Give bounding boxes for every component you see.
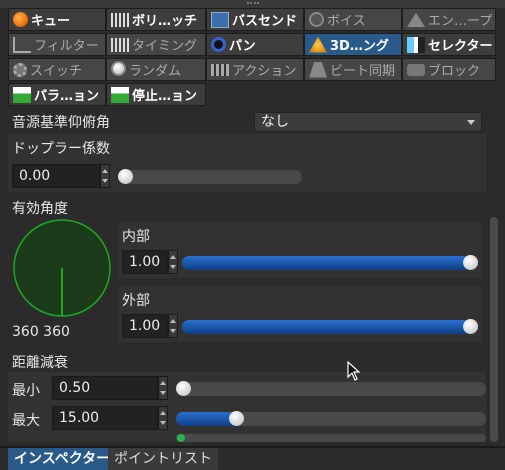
distance-max-stepper[interactable] [158,406,168,430]
tab-pan[interactable]: パン [206,33,304,56]
window-title-strip [0,0,505,8]
inner-angle-input[interactable]: 1.00 [122,250,168,274]
range-indicator-dot [177,434,185,442]
distance-attenuation-label: 距離減衰 [12,355,68,371]
vertical-scrollbar[interactable] [489,112,498,442]
angle-circle-caption: 360 360 [12,324,70,340]
outer-angle-slider-fill [182,320,478,334]
inner-angle-label: 内部 [122,229,150,245]
distance-min-stepper[interactable] [158,376,168,400]
tab-selector[interactable]: セレクター [402,33,496,56]
equalizer-icon [111,12,129,27]
distance-min-label: 最小 [12,383,40,399]
distance-min-slider-handle[interactable] [176,381,191,396]
doppler-stepper[interactable] [100,164,110,188]
distance-min-input[interactable]: 0.50 [52,376,158,400]
3d-positioning-icon [309,36,327,53]
tab-parameter[interactable]: パラ…ョン [8,83,106,106]
tab-cue[interactable]: キュー [8,8,106,31]
inner-angle-slider-fill [182,256,478,270]
tab-block[interactable]: ブロック [402,58,496,81]
bus-send-icon [211,11,229,28]
tab-filter[interactable]: フィルター [8,33,106,56]
outer-angle-input[interactable]: 1.00 [122,314,168,338]
effective-angle-label: 有効角度 [12,201,68,217]
inner-angle-slider[interactable] [182,255,478,270]
angle-circle [13,219,111,317]
tab-inspector[interactable]: インスペクター [8,448,117,470]
filter-icon [13,36,31,53]
properties-panel: 音源基準仰俯角 なし ドップラー係数 0.00 有効角度 360 360 内部 … [8,112,486,442]
source-elevation-label: 音源基準仰俯角 [12,115,110,131]
scrollbar-thumb[interactable] [490,217,498,442]
tab-beat-sync[interactable]: ビート同期 [304,58,402,81]
selector-icon [407,36,425,53]
block-icon [407,63,425,76]
inner-angle-slider-handle[interactable] [463,255,478,270]
outer-angle-slider-handle[interactable] [463,319,478,334]
tab-envelope[interactable]: エン…ープ [402,8,496,31]
stop-icon [111,86,129,103]
tab-stop-action[interactable]: 停止…ョン [106,83,206,106]
tab-switch[interactable]: スイッチ [8,58,106,81]
doppler-slider[interactable] [118,169,302,184]
timing-icon [111,37,129,52]
distance-max-slider[interactable] [176,411,486,426]
outer-angle-slider[interactable] [182,319,478,334]
chevron-down-icon [467,120,475,125]
source-elevation-dropdown[interactable]: なし [254,112,482,132]
distance-max-label: 最大 [12,413,40,429]
orange-sphere-icon [13,12,28,27]
distance-min-slider[interactable] [176,381,486,396]
doppler-label: ドップラー係数 [12,141,110,157]
tab-3d-positioning[interactable]: 3D…ング [304,33,402,56]
voice-icon [309,12,324,27]
tab-point-list[interactable]: ポイントリスト [108,448,218,470]
action-icon [211,63,229,76]
bottom-tab-bar: インスペクター ポイントリスト [8,448,505,470]
switch-icon [13,62,27,77]
tab-voice[interactable]: ボイス [304,8,402,31]
beat-sync-icon [309,61,327,78]
mouse-cursor-icon [347,361,361,381]
distance-max-input[interactable]: 15.00 [52,406,158,430]
outer-angle-stepper[interactable] [168,314,178,338]
outer-angle-label: 外部 [122,293,150,309]
distance-max-slider-handle[interactable] [229,411,244,426]
envelope-icon [407,12,425,27]
parameter-icon [13,86,31,103]
doppler-slider-handle[interactable] [118,169,133,184]
tab-action[interactable]: アクション [206,58,304,81]
doppler-input[interactable]: 0.00 [12,164,100,188]
distance-range-bar[interactable] [176,434,486,442]
drag-grip-icon[interactable] [247,2,259,4]
pan-icon [211,37,226,52]
inner-angle-stepper[interactable] [168,250,178,274]
tab-timing[interactable]: タイミング [106,33,206,56]
tab-bus-send[interactable]: バスセンド [206,8,304,31]
tab-volume-pitch[interactable]: ボリ…ッチ [106,8,206,31]
tab-random[interactable]: ランダム [106,58,206,81]
random-icon [111,61,126,76]
